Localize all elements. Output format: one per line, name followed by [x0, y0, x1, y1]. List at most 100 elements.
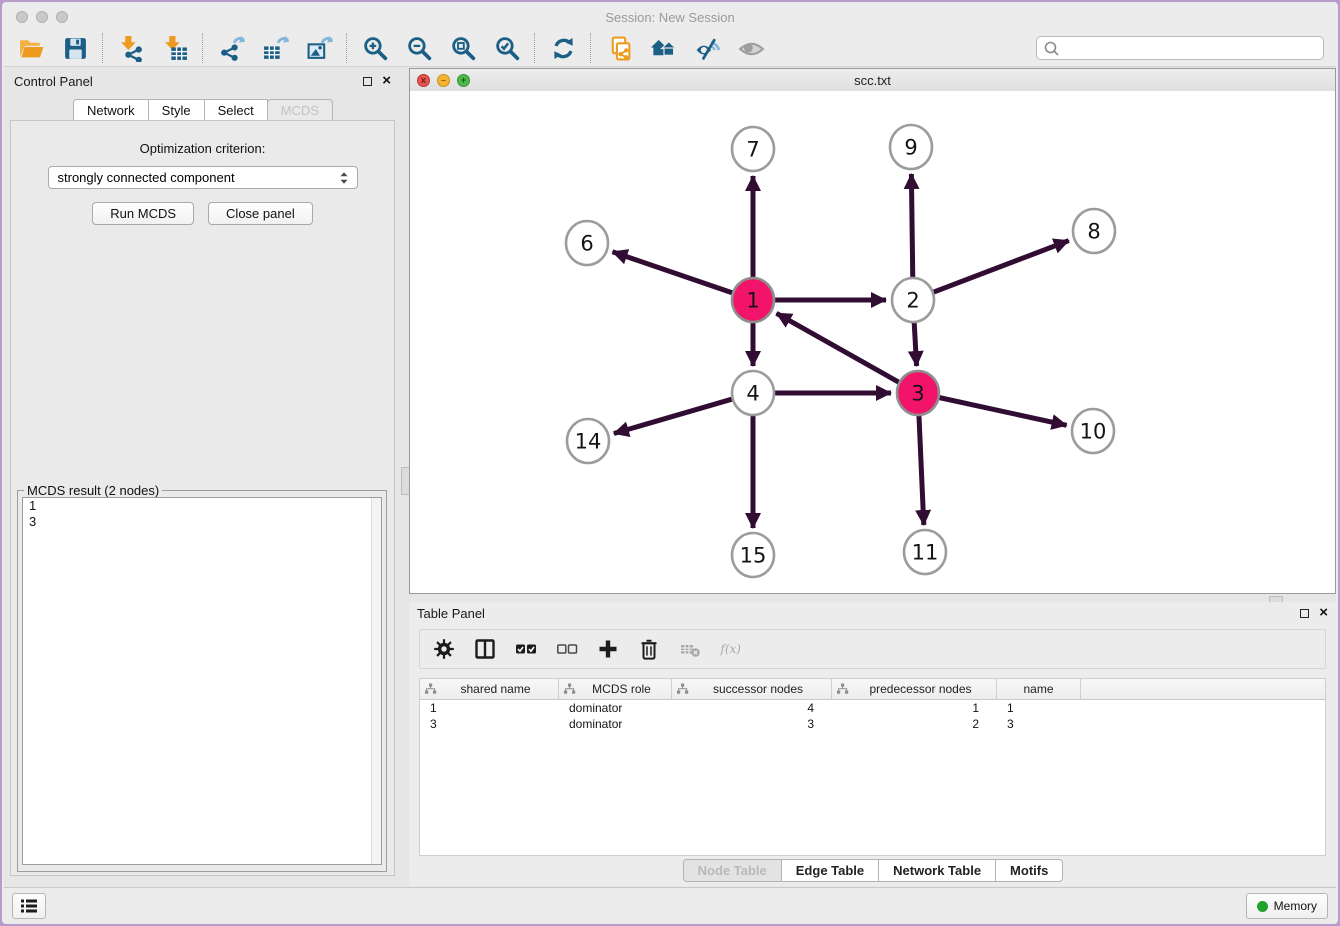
task-history-button[interactable]: [12, 893, 46, 919]
refresh-icon[interactable]: [549, 34, 577, 62]
tab-network[interactable]: Network: [73, 99, 149, 122]
table-cell[interactable]: 4: [672, 701, 832, 715]
table-options-icon[interactable]: [432, 637, 456, 661]
memory-status-icon: [1257, 901, 1268, 912]
tab-mcds[interactable]: MCDS: [267, 99, 333, 122]
export-network-icon[interactable]: [217, 34, 245, 62]
copy-view-icon[interactable]: [605, 34, 633, 62]
node-1[interactable]: 1: [732, 278, 774, 322]
node-9[interactable]: 9: [890, 125, 932, 169]
import-network-icon[interactable]: [117, 34, 145, 62]
column-header-name[interactable]: name: [997, 679, 1081, 699]
table-tabs: Node TableEdge TableNetwork TableMotifs: [409, 859, 1336, 882]
close-panel-button[interactable]: Close panel: [208, 202, 313, 225]
table-cell[interactable]: 2: [832, 717, 997, 731]
main-toolbar: [4, 30, 1336, 67]
network-graph: 7 9 6 8 1 2 4 3 14 10 15 11: [410, 91, 1339, 593]
table-cell[interactable]: dominator: [559, 701, 672, 715]
network-window-titlebar: x – + scc.txt: [410, 69, 1335, 92]
tab-network-table[interactable]: Network Table: [878, 859, 996, 882]
table-panel-close-icon[interactable]: ×: [1319, 608, 1328, 618]
node-14[interactable]: 14: [567, 419, 609, 463]
node-11[interactable]: 11: [904, 530, 946, 574]
select-all-icon[interactable]: [514, 637, 538, 661]
node-7[interactable]: 7: [732, 127, 774, 171]
horizontal-splitter[interactable]: [814, 595, 1336, 602]
save-session-icon[interactable]: [61, 34, 89, 62]
zoom-selected-icon[interactable]: [493, 34, 521, 62]
control-panel-close-icon[interactable]: ×: [382, 76, 391, 86]
tab-edge-table[interactable]: Edge Table: [781, 859, 879, 882]
column-header-shared-name[interactable]: shared name: [420, 679, 559, 699]
network-canvas[interactable]: 7 9 6 8 1 2 4 3 14 10 15 11: [410, 91, 1335, 593]
import-table-icon[interactable]: [161, 34, 189, 62]
fit-content-icon[interactable]: [449, 34, 477, 62]
criterion-dropdown[interactable]: strongly connected component: [48, 166, 358, 189]
tab-node-table[interactable]: Node Table: [683, 859, 782, 882]
memory-button[interactable]: Memory: [1246, 893, 1328, 919]
column-header-predecessor-nodes[interactable]: predecessor nodes: [832, 679, 997, 699]
control-panel-float-icon[interactable]: [363, 77, 372, 86]
delete-column-icon[interactable]: [637, 637, 661, 661]
table-row[interactable]: 3dominator323: [420, 716, 1325, 732]
svg-text:3: 3: [911, 381, 924, 405]
column-tree-icon: [563, 683, 576, 695]
column-header-MCDS-role[interactable]: MCDS role: [559, 679, 672, 699]
node-4[interactable]: 4: [732, 371, 774, 415]
toolbar-group: [592, 34, 778, 62]
table-cell[interactable]: 3: [997, 717, 1081, 731]
edge-4-14[interactable]: [614, 398, 735, 433]
deselect-all-icon[interactable]: [555, 637, 579, 661]
zoom-out-icon[interactable]: [405, 34, 433, 62]
node-6[interactable]: 6: [566, 221, 608, 265]
table-cell[interactable]: 1: [832, 701, 997, 715]
window-title: Session: New Session: [4, 10, 1336, 25]
node-2[interactable]: 2: [892, 278, 934, 322]
toolbar-group: [104, 34, 202, 62]
network-overview-icon[interactable]: [649, 34, 677, 62]
column-header-successor-nodes[interactable]: successor nodes: [672, 679, 832, 699]
column-tree-icon: [836, 683, 849, 695]
edge-3-1[interactable]: [777, 313, 902, 383]
toolbar-group: [348, 34, 534, 62]
node-3[interactable]: 3: [897, 371, 939, 415]
node-8[interactable]: 8: [1073, 209, 1115, 253]
tab-motifs[interactable]: Motifs: [995, 859, 1063, 882]
tab-style[interactable]: Style: [148, 99, 205, 122]
export-table-icon[interactable]: [261, 34, 289, 62]
edge-2-8[interactable]: [931, 241, 1069, 294]
tab-select[interactable]: Select: [204, 99, 268, 122]
application-window: Session: New Session Control Panel × Net…: [0, 0, 1340, 926]
node-15[interactable]: 15: [732, 533, 774, 577]
table-cell[interactable]: 1: [420, 701, 559, 715]
table-cell[interactable]: 3: [420, 717, 559, 731]
edge-3-10[interactable]: [937, 397, 1067, 425]
mcds-result-scrollbar[interactable]: [371, 498, 381, 864]
zoom-in-icon[interactable]: [361, 34, 389, 62]
edge-1-6[interactable]: [613, 252, 736, 294]
column-layout-icon[interactable]: [473, 637, 497, 661]
hide-graphics-details-icon[interactable]: [693, 34, 721, 62]
export-image-icon[interactable]: [305, 34, 333, 62]
main-toolbar-groups: [4, 33, 778, 63]
column-tree-icon: [676, 683, 689, 695]
edge-3-11[interactable]: [919, 412, 924, 525]
run-mcds-button[interactable]: Run MCDS: [92, 202, 194, 225]
search-input[interactable]: [1064, 38, 1323, 58]
mcds-result-line: 1: [23, 498, 381, 514]
mcds-result-text[interactable]: 13: [22, 497, 382, 865]
table-cell[interactable]: 1: [997, 701, 1081, 715]
edge-2-9[interactable]: [911, 174, 912, 281]
table-cell[interactable]: 3: [672, 717, 832, 731]
status-bar: Memory: [4, 887, 1336, 922]
open-session-icon[interactable]: [17, 34, 45, 62]
table-row[interactable]: 1dominator411: [420, 700, 1325, 716]
table-cell[interactable]: dominator: [559, 717, 672, 731]
show-graphics-details-icon[interactable]: [737, 34, 765, 62]
add-column-icon[interactable]: [596, 637, 620, 661]
edge-2-3[interactable]: [914, 319, 917, 366]
svg-text:4: 4: [746, 381, 759, 405]
svg-text:11: 11: [912, 540, 939, 564]
node-10[interactable]: 10: [1072, 409, 1114, 453]
table-panel-float-icon[interactable]: [1300, 609, 1309, 618]
